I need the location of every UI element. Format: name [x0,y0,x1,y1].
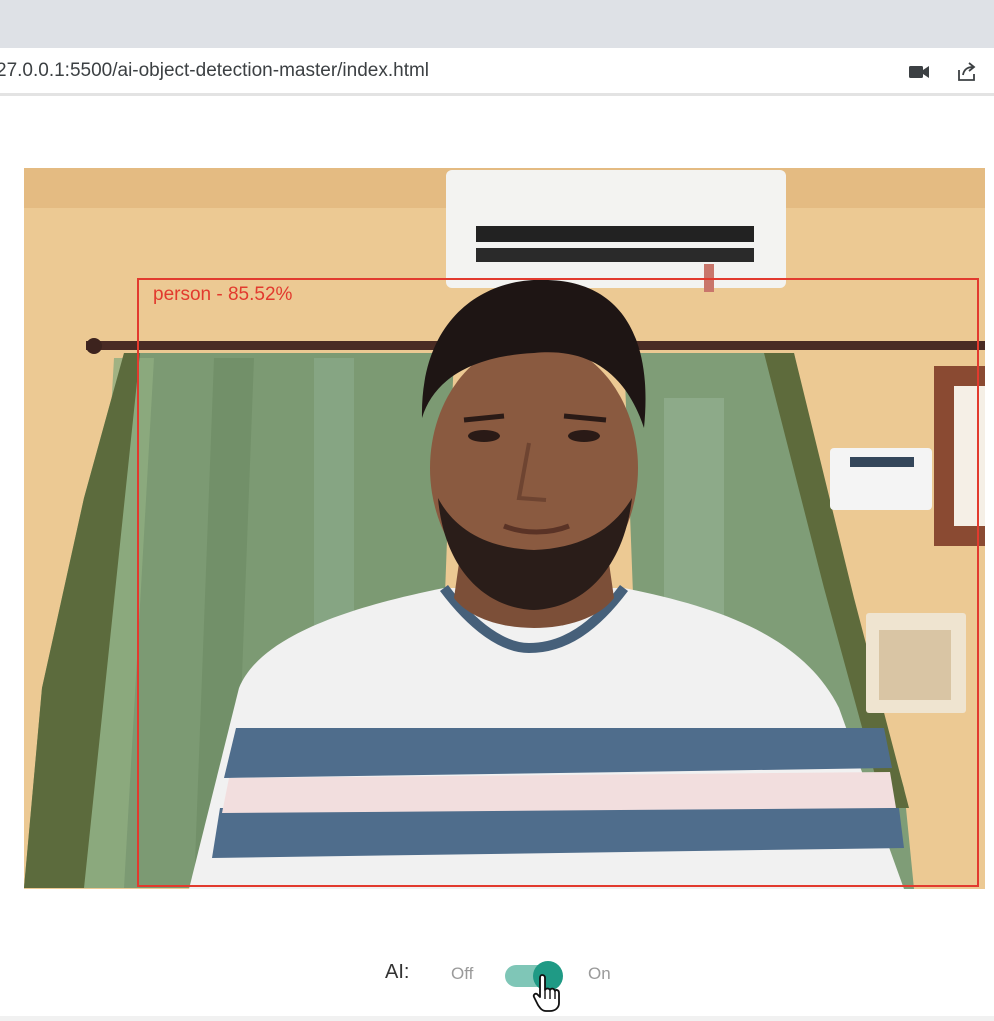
hand-pointer-icon [532,973,562,1013]
ai-controls: AI: Off On [0,955,994,1012]
address-bar[interactable]: 27.0.0.1:5500/ai-object-detection-master… [0,48,994,96]
share-icon[interactable] [955,61,979,83]
url-text[interactable]: 27.0.0.1:5500/ai-object-detection-master… [0,60,429,82]
video-camera-icon[interactable] [907,61,931,83]
browser-tab-strip [0,0,994,48]
webcam-video: person - 85.52% [24,168,985,889]
detection-bounding-box: person - 85.52% [137,278,979,887]
ai-label: AI: [385,961,410,983]
air-conditioner [446,170,786,292]
toggle-on-label: On [588,964,611,983]
bottom-divider [0,1016,994,1021]
detection-label: person - 85.52% [153,284,293,305]
toggle-off-label: Off [451,964,474,983]
